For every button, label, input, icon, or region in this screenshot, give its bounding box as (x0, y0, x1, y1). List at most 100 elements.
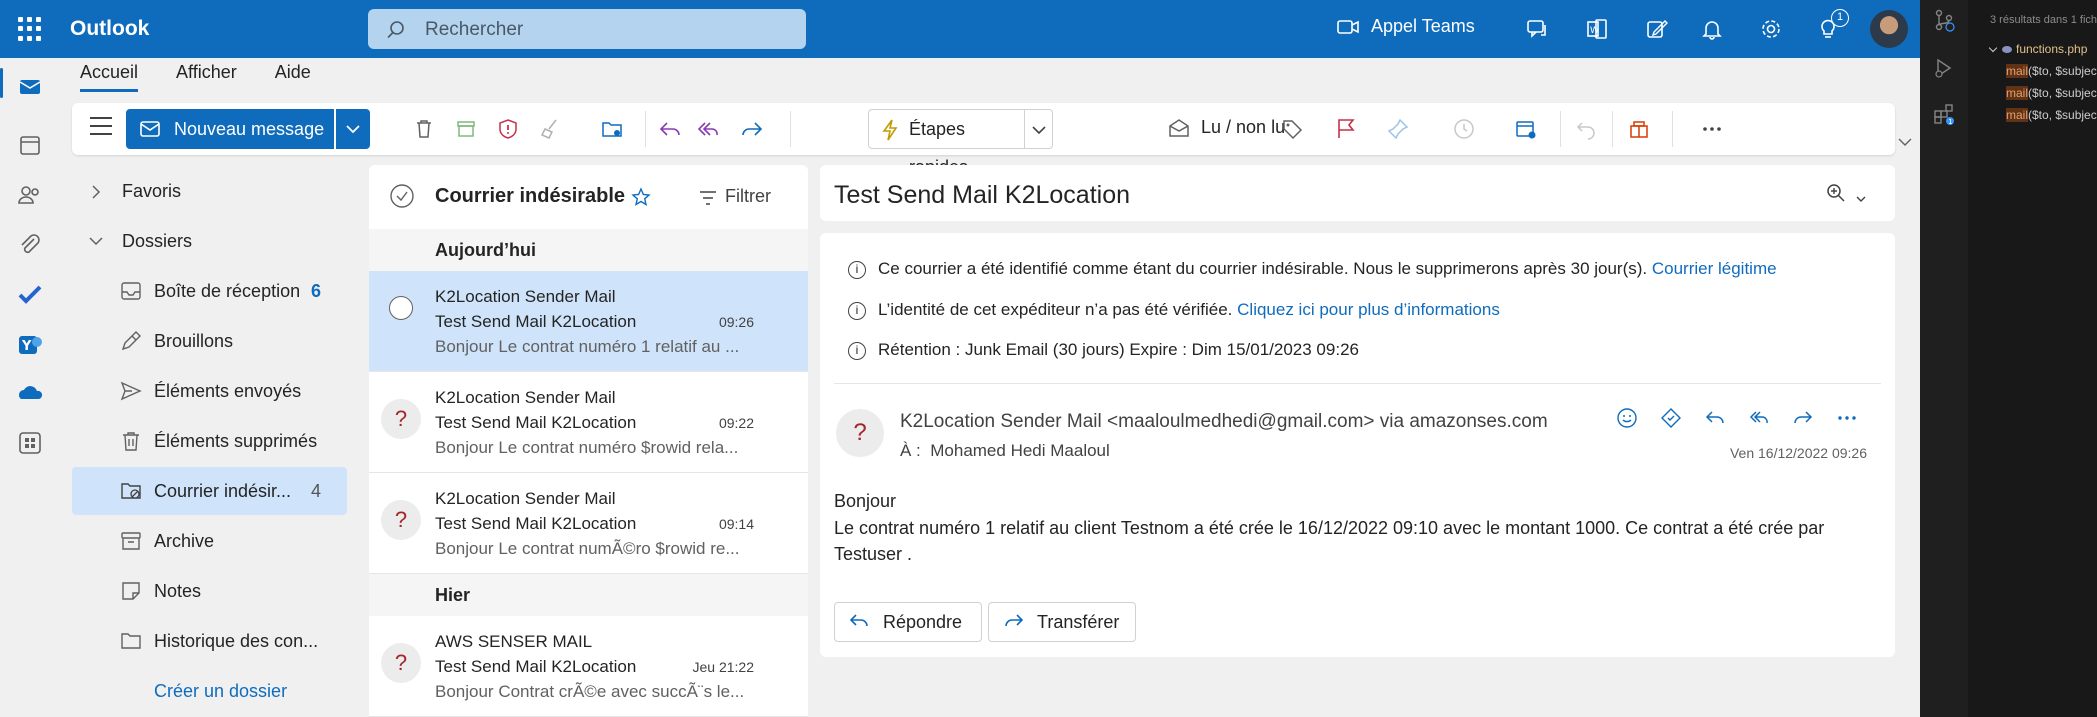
folder-drafts[interactable]: Brouillons (72, 317, 347, 365)
report-icon[interactable] (496, 117, 520, 141)
new-message-dropdown[interactable] (336, 109, 370, 149)
expand-ribbon-chevron-icon[interactable] (1898, 138, 1912, 147)
retention-notice: i Rétention : Junk Email (30 jours) Expir… (848, 340, 1359, 360)
read-unread-button[interactable]: Lu / non lu (1168, 117, 1285, 138)
rules-icon[interactable] (1514, 117, 1538, 141)
note-icon (122, 582, 140, 600)
favorites-header[interactable]: Favoris (72, 167, 347, 215)
delete-icon[interactable] (412, 117, 436, 141)
onedrive-icon[interactable] (17, 380, 43, 406)
reply-icon[interactable] (658, 117, 682, 141)
tab-aide[interactable]: Aide (275, 62, 311, 92)
collapse-nav-icon[interactable] (90, 117, 112, 141)
quick-steps-dropdown[interactable] (1025, 109, 1053, 149)
folder-deleted[interactable]: Éléments supprimés (72, 417, 347, 465)
flag-icon[interactable] (1334, 117, 1358, 141)
more-actions-icon[interactable] (1836, 407, 1858, 429)
forward-button[interactable]: Transférer (988, 602, 1136, 642)
folder-count: 6 (311, 281, 322, 301)
chevron-down-icon[interactable] (1988, 43, 1998, 53)
match-text: mail (2006, 64, 2029, 78)
addins-icon[interactable] (1627, 117, 1651, 141)
select-radio[interactable] (389, 296, 413, 320)
folder-sent[interactable]: Éléments envoyés (72, 367, 347, 415)
reply-button[interactable]: Répondre (834, 602, 982, 642)
quick-steps-button[interactable]: Étapes rapides (868, 109, 1025, 177)
message-time: 09:22 (718, 415, 754, 431)
rail-active-indicator (0, 68, 3, 98)
app-rail: Y (0, 58, 60, 717)
filter-icon[interactable] (699, 191, 717, 205)
sticker-icon[interactable] (1660, 407, 1682, 429)
edit-icon[interactable] (1645, 17, 1669, 41)
office-apps-icon[interactable]: W (1585, 17, 1609, 41)
app-launcher-icon[interactable] (18, 17, 42, 41)
folder-archive[interactable]: Archive (72, 517, 347, 565)
favorite-star-icon[interactable] (631, 187, 651, 207)
attachment-icon[interactable] (17, 232, 43, 258)
tab-accueil[interactable]: Accueil (80, 62, 139, 92)
tab-afficher[interactable]: Afficher (176, 62, 237, 92)
lightning-icon (882, 119, 898, 141)
user-avatar[interactable] (1870, 10, 1908, 48)
teams-call-button[interactable]: Appel Teams (1337, 16, 1475, 37)
bell-icon[interactable] (1700, 17, 1724, 41)
people-icon[interactable] (17, 182, 43, 208)
list-item[interactable]: K2Location Sender Mail Test Send Mail K2… (369, 271, 808, 372)
mail-icon[interactable] (17, 74, 43, 100)
search-result-file[interactable]: functions.php (2002, 42, 2087, 56)
folder-inbox[interactable]: Boîte de réception 6 (72, 267, 347, 315)
new-message-button[interactable]: Nouveau message (126, 109, 334, 149)
chevron-down-icon (346, 125, 360, 134)
search-result-line[interactable]: mail($to, $subject (2006, 64, 2097, 78)
snooze-clock-icon[interactable] (1452, 117, 1476, 141)
source-control-icon[interactable] (1932, 8, 1956, 32)
run-debug-icon[interactable] (1932, 56, 1956, 80)
search-box[interactable]: Rechercher (368, 9, 806, 49)
new-mail-icon (140, 121, 160, 137)
folder-junk[interactable]: Courrier indésir... 4 (72, 467, 347, 515)
filter-button[interactable]: Filtrer (725, 186, 771, 207)
message-preview: Bonjour Contrat crÃ©e avec succÃ¨s le... (435, 682, 745, 701)
folder-conversation-history[interactable]: Historique des con... (72, 617, 347, 665)
forward-icon[interactable] (1792, 407, 1814, 429)
not-junk-link[interactable]: Courrier légitime (1652, 259, 1777, 278)
more-apps-icon[interactable] (17, 430, 43, 456)
reply-all-icon[interactable] (696, 117, 720, 141)
emoji-reaction-icon[interactable] (1616, 407, 1638, 429)
sweep-icon[interactable] (538, 117, 562, 141)
chat-icon[interactable] (1525, 17, 1549, 41)
reply-all-icon[interactable] (1748, 407, 1770, 429)
app-title[interactable]: Outlook (70, 17, 149, 41)
list-item[interactable]: ? K2Location Sender Mail Test Send Mail … (369, 372, 808, 473)
more-options-icon[interactable] (1700, 117, 1724, 141)
search-result-line[interactable]: mail($to, $subject (2006, 108, 2097, 122)
archive-icon[interactable] (454, 117, 478, 141)
list-item[interactable]: ? K2Location Sender Mail Test Send Mail … (369, 473, 808, 574)
folder-notes[interactable]: Notes (72, 567, 347, 615)
forward-icon[interactable] (740, 117, 764, 141)
more-info-link[interactable]: Cliquez ici pour plus d’informations (1237, 300, 1500, 319)
sender-line[interactable]: K2Location Sender Mail <maaloulmedhedi@g… (900, 411, 1548, 433)
recipient-name[interactable]: Mohamed Hedi Maaloul (930, 441, 1110, 460)
reply-button-label: Répondre (883, 612, 963, 632)
inbox-icon (121, 282, 141, 300)
retention-text: Rétention : Junk Email (30 jours) Expire… (878, 340, 1359, 359)
extensions-icon[interactable]: 1 (1932, 102, 1956, 126)
select-all-checkbox-icon[interactable] (389, 183, 415, 209)
search-result-line[interactable]: mail($to, $subject (2006, 86, 2097, 100)
tag-icon[interactable] (1280, 117, 1304, 141)
move-to-icon[interactable] (600, 117, 624, 141)
zoom-button[interactable] (1826, 183, 1866, 208)
create-folder-link[interactable]: Créer un dossier (72, 667, 347, 715)
identity-notice-text: L’identité de cet expéditeur n’a pas été… (878, 300, 1233, 319)
calendar-icon[interactable] (17, 132, 43, 158)
yammer-icon[interactable]: Y (17, 332, 43, 358)
settings-gear-icon[interactable] (1759, 17, 1783, 41)
folders-header[interactable]: Dossiers (72, 217, 347, 265)
todo-icon[interactable] (17, 282, 43, 308)
pin-icon[interactable] (1386, 117, 1410, 141)
reply-icon[interactable] (1704, 407, 1726, 429)
undo-icon[interactable] (1574, 117, 1598, 141)
list-item[interactable]: ? AWS SENSER MAIL Test Send Mail K2Locat… (369, 616, 808, 717)
